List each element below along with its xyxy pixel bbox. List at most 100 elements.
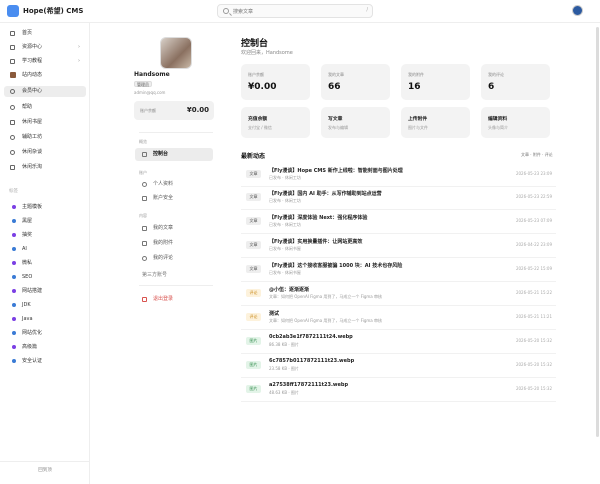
menu-item-label: 账户安全 [153,195,174,201]
menu-item-label: 我的附件 [153,240,174,246]
activity-title-text[interactable]: 【Fly漫谈】国内 AI 助手：从写作辅助到站点运营 [269,190,382,197]
activity-row[interactable]: 图片 6c7857b0117872111t23.webp 23.58 KB · 图片… [241,354,556,378]
tag-dot-icon [12,233,16,237]
tags-section-label: 标签 [9,189,18,194]
activity-title-text[interactable]: 【Fly漫谈】这个接收客服被骗 1000 块：AI 技术也存风险 [269,262,402,269]
tag-item[interactable]: Java [4,314,86,324]
stat-card-posts[interactable]: 我的文章 66 [321,64,390,100]
activity-row[interactable]: 文章 【Fly漫谈】Hope CMS 新作上线啦：智能封面与图片处理 已发布 · 休… [241,163,556,187]
activity-type-badge: 文章 [246,241,261,249]
sidebar-item-resources[interactable]: 资源中心 › [4,42,86,53]
tag-item[interactable]: 黑屋 [4,216,86,226]
activity-filter[interactable]: 文章 · 附件 · 评论 [521,152,553,158]
search-shortcut: / [366,7,368,13]
sidebar-item-help[interactable]: 帮助 [4,102,86,113]
activity-type-badge: 评论 [246,313,261,321]
activity-row[interactable]: 图片 a27538ff17872111t23.webp 48.63 KB · 图片 2… [241,378,556,402]
sidebar-item-bookhouse[interactable]: 休闲书屋 [4,117,86,128]
activity-title: 最新动态 [241,153,266,160]
activity-row[interactable]: 文章 【Fly漫谈】这个接收客服被骗 1000 块：AI 技术也存风险 已发布 · … [241,258,556,282]
activity-row[interactable]: 评论 @小伍：逐渐逐渐 文章：如何把 OpenAI Figma 用到了，马成立一个 … [241,282,556,306]
menu-item-label: 个人资料 [153,181,174,187]
sidebar-item-tools[interactable]: 辅助工坊 [4,132,86,143]
recharge-button[interactable]: 充值余额 支付宝 / 微信 [241,107,310,138]
activity-title-text[interactable]: @小伍：逐渐逐渐 [269,286,309,293]
app-title[interactable]: Hope(希望) CMS [23,6,83,16]
edit-profile-button[interactable]: 编辑资料 头像与简介 [481,107,550,138]
activity-row[interactable]: 图片 0cb2ab3e1f7872111t24.webp 86.38 KB · 图片… [241,330,556,354]
sidebar: 首页 资源中心 › 学习教程 › 站内动态 会员中心 帮助 休闲书屋 辅助工坊 休闲… [0,23,90,484]
menu-item-dashboard[interactable]: 控制台 [135,148,213,161]
tag-dot-icon [12,345,16,349]
search-input[interactable] [233,7,353,16]
tag-item[interactable]: JDK [4,300,86,310]
stat-card-comments[interactable]: 我的评论 6 [481,64,550,100]
sidebar-item-member-center[interactable]: 会员中心 [4,86,86,97]
stat-label: 我的附件 [408,72,424,77]
profile-avatar[interactable] [160,37,192,69]
activity-title-text[interactable]: 测试 [269,310,279,317]
activity-type-badge: 图片 [246,337,261,345]
activity-row[interactable]: 文章 【Fly漫谈】深度体验 Next：强化程序体验 已发布 · 休闲工坊 2026-… [241,210,556,234]
tag-dot-icon [12,219,16,223]
stat-label: 账户余额 [248,72,264,77]
sidebar-item-news[interactable]: 站内动态 [4,70,86,81]
tag-item[interactable]: 网站优化 [4,328,86,338]
action-desc: 头像与简介 [488,125,508,130]
tag-item[interactable]: 抽奖 [4,230,86,240]
write-post-button[interactable]: 写文章 发布与编辑 [321,107,390,138]
action-title: 充值余额 [248,117,268,122]
menu-item-my-attachments[interactable]: 我的附件 [135,237,213,250]
activity-title-text[interactable]: 【Fly漫谈】实用换量插件：让网站更高效 [269,238,362,245]
logout-button[interactable]: 退出登录 [135,293,213,306]
menu-item-account-security[interactable]: 账户安全 [135,192,213,205]
book-icon [10,120,15,125]
activity-title-text[interactable]: 【Fly漫谈】Hope CMS 新作上线啦：智能封面与图片处理 [269,167,403,174]
scrollbar[interactable] [596,27,599,437]
tag-item[interactable]: AI [4,244,86,254]
search-box[interactable]: / [217,4,373,18]
activity-row[interactable]: 文章 【Fly漫谈】国内 AI 助手：从写作辅助到站点运营 已发布 · 休闲工坊 20… [241,186,556,210]
action-title: 写文章 [328,117,343,122]
activity-time: 2026-05-20 15:32 [515,362,552,367]
activity-row[interactable]: 文章 【Fly漫谈】实用换量插件：让网站更高效 已发布 · 休闲书屋 2026-04-… [241,234,556,258]
menu-item-personal-info[interactable]: 个人资料 [135,178,213,191]
activity-title-text[interactable]: a27538ff17872111t23.webp [269,382,348,388]
stat-card-attachments[interactable]: 我的附件 16 [401,64,470,100]
tag-label: 抽奖 [22,232,33,238]
activity-meta: 48.63 KB · 图片 [269,390,299,395]
tag-dot-icon [12,289,16,293]
activity-title-text[interactable]: 0cb2ab3e1f7872111t24.webp [269,334,353,340]
logo-icon[interactable] [7,5,19,17]
tag-item[interactable]: 微私 [4,258,86,268]
user-avatar[interactable] [572,5,583,16]
tag-dot-icon [12,275,16,279]
sidebar-item-shopping[interactable]: 休闲乐淘 [4,162,86,173]
activity-title-text[interactable]: 【Fly漫谈】深度体验 Next：强化程序体验 [269,214,367,221]
sidebar-item-label: 会员中心 [22,88,43,94]
menu-item-my-posts[interactable]: 我的文章 [135,222,213,235]
activity-title-text[interactable]: 6c7857b0117872111t23.webp [269,358,354,364]
tag-item[interactable]: 安全认证 [4,356,86,366]
stat-label: 我的文章 [328,72,344,77]
tag-dot-icon [12,205,16,209]
tag-label: 网站优化 [22,330,43,336]
sidebar-item-chat[interactable]: 休闲杂谈 [4,147,86,158]
action-desc: 图片与文件 [408,125,428,130]
upload-attachment-button[interactable]: 上传附件 图片与文件 [401,107,470,138]
activity-type-badge: 文章 [246,193,261,201]
menu-item-third-party[interactable]: 第三方账号 [142,271,167,278]
activity-row[interactable]: 评论 测试 文章：如何把 OpenAI Figma 用到了，马成立一个 Figma … [241,306,556,330]
back-to-top-link[interactable]: 回到顶 [0,467,90,473]
stat-value: 6 [488,82,495,92]
tag-item[interactable]: 主题模板 [4,202,86,212]
tag-item[interactable]: 高级篇 [4,342,86,352]
balance-label: 账户余额 [140,108,156,113]
tag-item[interactable]: SEO [4,272,86,282]
sidebar-item-tutorials[interactable]: 学习教程 › [4,56,86,67]
menu-item-my-comments[interactable]: 我的评论 [135,252,213,265]
activity-time: 2026-05-21 11:21 [515,314,552,319]
folder-icon [10,45,15,50]
sidebar-item-home[interactable]: 首页 [4,28,86,39]
tag-item[interactable]: 网站搭建 [4,286,86,296]
